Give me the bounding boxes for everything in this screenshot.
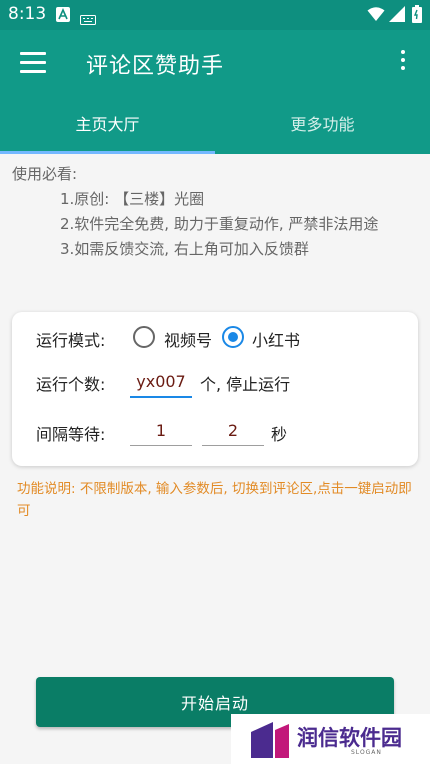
interval-max-input[interactable]	[202, 415, 264, 446]
more-options-icon[interactable]	[398, 50, 408, 76]
interval-wait-label: 间隔等待:	[36, 425, 106, 444]
tab-home-hall[interactable]: 主页大厅	[0, 96, 215, 154]
interval-min-input[interactable]	[130, 415, 192, 446]
keyboard-icon	[80, 10, 96, 29]
brand-watermark: 润信软件园 SLOGAN	[231, 714, 430, 764]
radio-xiaohongshu[interactable]	[222, 326, 244, 348]
interval-unit: 秒	[271, 425, 288, 444]
brand-logo-icon	[251, 722, 289, 758]
instruction-line-2: 2.软件完全免费, 助力于重复动作, 严禁非法用途	[60, 215, 379, 233]
brand-slogan: SLOGAN	[351, 749, 382, 756]
signal-icon	[389, 6, 405, 26]
brand-name: 润信软件园	[297, 726, 402, 750]
status-time: 8:13	[8, 4, 47, 24]
tab-selected-indicator	[0, 151, 215, 154]
app-title: 评论区赞助手	[86, 54, 225, 79]
notification-a-icon	[56, 7, 70, 26]
status-bar: 8:13	[0, 0, 430, 30]
radio-video-account-label[interactable]: 视频号	[164, 327, 212, 351]
tab-bar: 主页大厅 更多功能	[0, 96, 430, 154]
battery-icon	[412, 5, 422, 27]
wifi-icon	[367, 6, 385, 26]
hamburger-menu-icon[interactable]	[20, 52, 46, 74]
instruction-line-1: 1.原创: 【三楼】光圈	[60, 190, 205, 208]
app-toolbar: 评论区赞助手	[0, 30, 430, 96]
run-count-input[interactable]	[130, 366, 192, 398]
radio-video-account[interactable]	[133, 326, 155, 348]
settings-card: 运行模式: 视频号 小红书 运行个数: 个, 停止运行 间隔等待: 秒	[12, 312, 418, 466]
run-count-suffix: 个, 停止运行	[200, 375, 291, 394]
instructions-heading: 使用必看:	[12, 165, 78, 183]
instruction-line-3: 3.如需反馈交流, 右上角可加入反馈群	[60, 240, 309, 258]
function-description: 功能说明: 不限制版本, 输入参数后, 切换到评论区,点击一键启动即可	[17, 481, 412, 519]
radio-xiaohongshu-label[interactable]: 小红书	[252, 327, 300, 351]
run-count-label: 运行个数:	[36, 375, 106, 394]
tab-more-features[interactable]: 更多功能	[215, 96, 430, 154]
usage-instructions: 使用必看: 1.原创: 【三楼】光圈 2.软件完全免费, 助力于重复动作, 严禁…	[12, 162, 418, 262]
run-mode-label: 运行模式:	[36, 331, 106, 350]
